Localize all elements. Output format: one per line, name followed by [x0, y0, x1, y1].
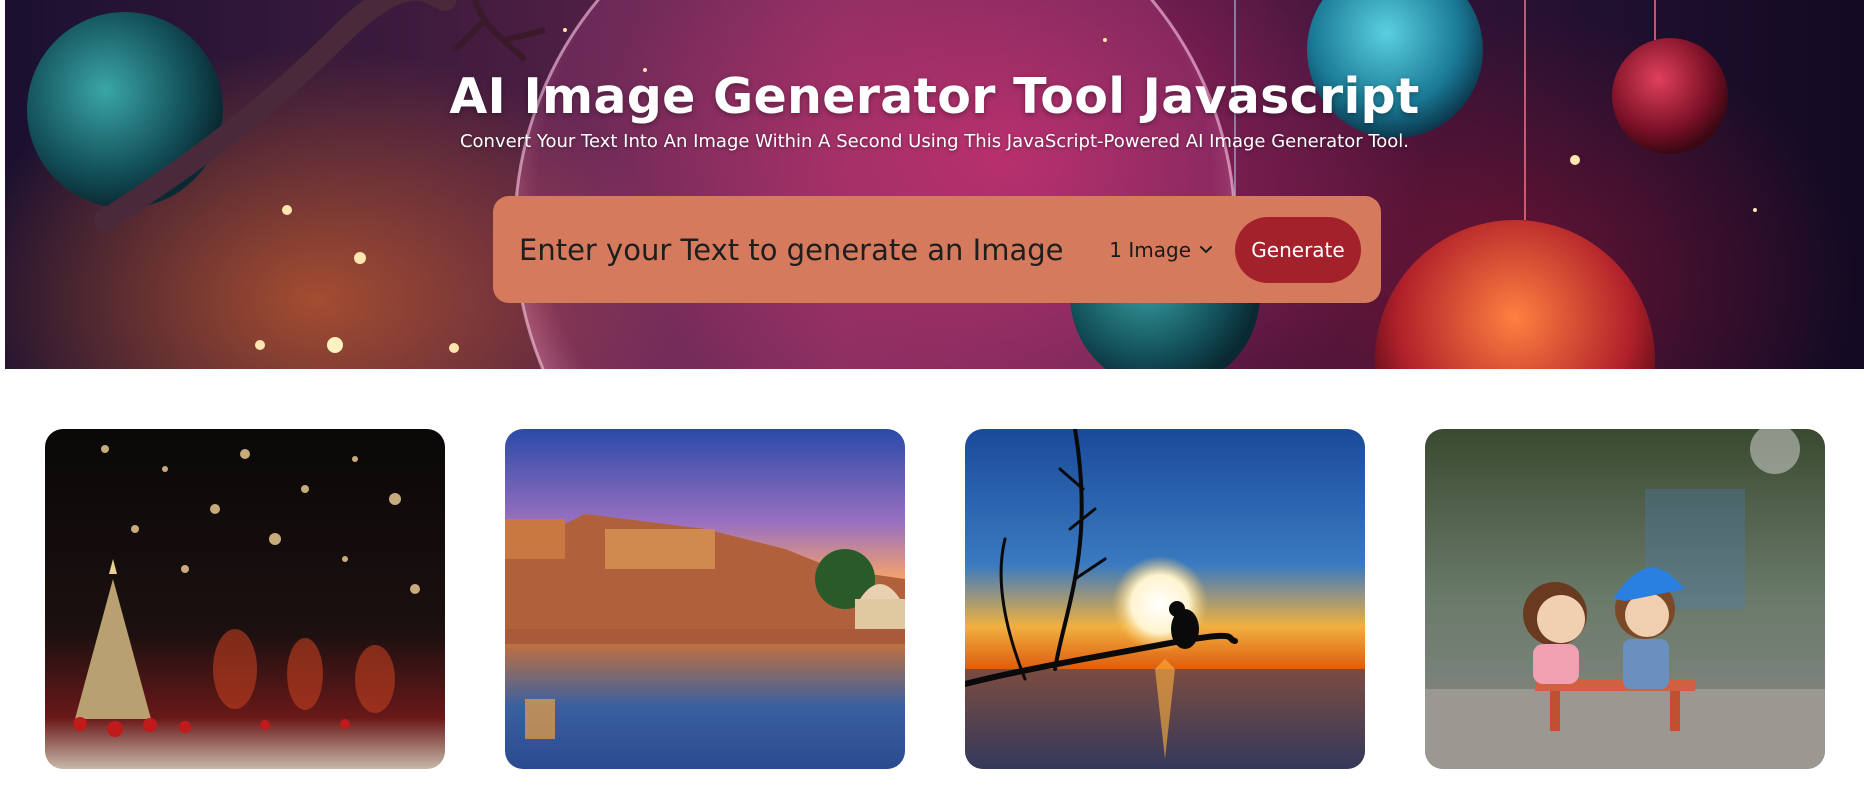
- gallery-image-toy-couple[interactable]: [1425, 429, 1825, 769]
- gallery-image-bird-sunset[interactable]: [965, 429, 1365, 769]
- image-count-select[interactable]: 1 Image: [1109, 238, 1213, 262]
- image-count-value: 1 Image: [1109, 237, 1191, 262]
- gallery-image-palace-lake[interactable]: [505, 429, 905, 769]
- page-subtitle: Convert Your Text Into An Image Within A…: [459, 131, 1410, 152]
- hero-banner: AI Image Generator Tool Javascript Conve…: [5, 0, 1864, 369]
- generate-button[interactable]: Generate: [1235, 216, 1361, 283]
- prompt-input[interactable]: [519, 219, 1110, 280]
- space-planets-background: [27, 0, 1757, 369]
- gallery-image-christmas-tree[interactable]: [45, 429, 445, 769]
- page-title: AI Image Generator Tool Javascript: [449, 68, 1420, 125]
- chevron-down-icon: [1200, 245, 1212, 253]
- generate-form: 1 Image Generate: [493, 196, 1381, 303]
- image-gallery: [0, 369, 1864, 795]
